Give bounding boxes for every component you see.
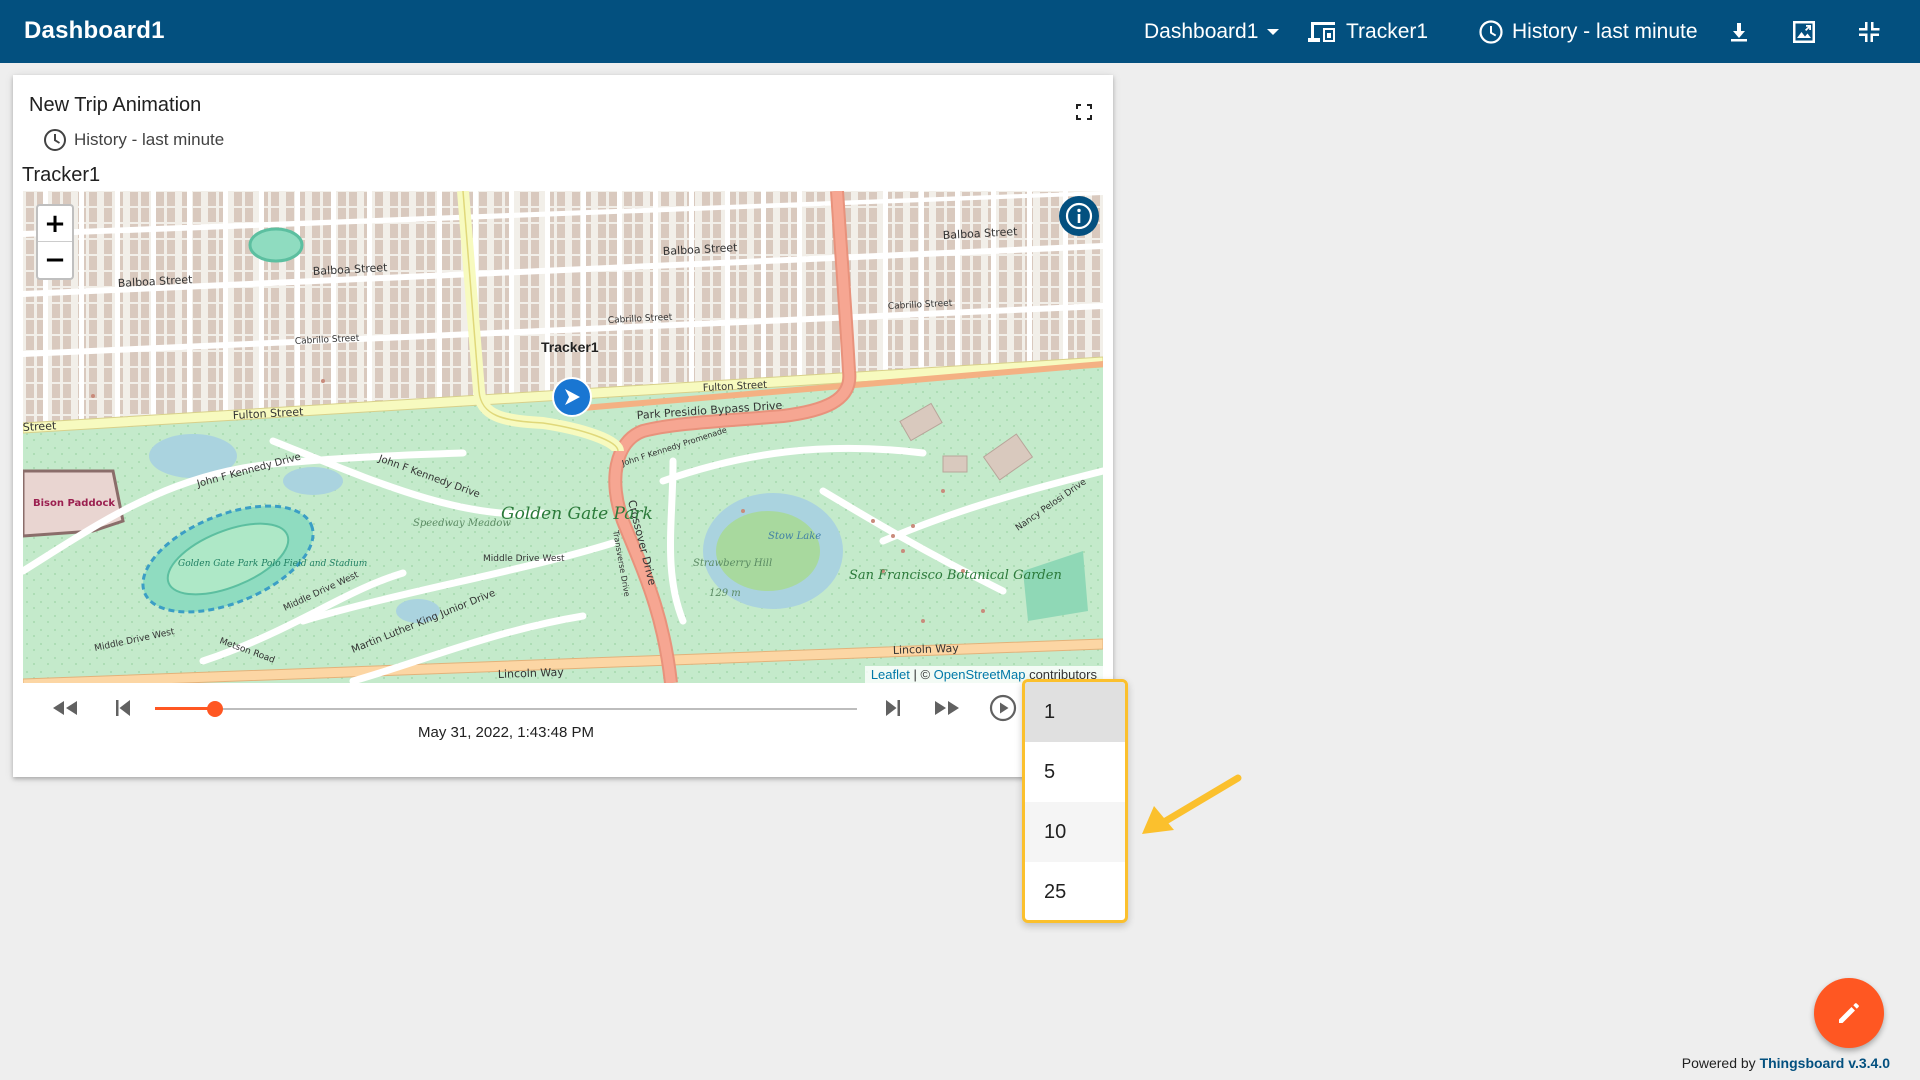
playback-slider[interactable] [155,699,857,719]
label-street-left: Street [23,419,57,434]
thingsboard-link[interactable]: Thingsboard v.3.4.0 [1760,1055,1890,1071]
play-circle-icon [989,694,1017,722]
pencil-icon [1839,1003,1859,1023]
edit-dashboard-button[interactable] [1814,978,1884,1048]
label-speedway: Speedway Meadow [413,518,511,529]
fullscreen-icon [1076,104,1092,120]
download-icon [1731,23,1747,42]
label-polo: Golden Gate Park Polo Field and Stadium [178,559,367,569]
powered-by: Powered by Thingsboard v.3.4.0 [1682,1055,1890,1071]
widget-title: New Trip Animation [29,94,202,116]
skip-previous-button[interactable] [105,690,141,726]
osm-link[interactable]: OpenStreetMap [934,667,1026,682]
top-toolbar: Dashboard1 Dashboard1 Tracker1 History -… [0,0,1920,63]
widget-fullscreen-button[interactable] [1073,101,1095,123]
dashboard-select-label: Dashboard1 [1144,20,1259,43]
dashboard-title: Dashboard1 [24,17,165,44]
play-button[interactable] [985,690,1021,726]
speed-option-5[interactable]: 5 [1025,742,1125,802]
powered-by-prefix: Powered by [1681,1055,1760,1071]
clock-icon [44,129,66,151]
entity-alias-label: Tracker1 [1346,20,1429,43]
fast-rewind-button[interactable] [47,690,83,726]
dropdown-arrow-icon [1267,29,1280,35]
label-botanical: San Francisco Botanical Garden [849,568,1062,583]
speed-dropdown: 1 5 10 25 [1022,679,1128,923]
speed-option-10[interactable]: 10 [1025,802,1125,862]
fast-rewind-icon [53,701,77,715]
clock-icon [1479,20,1503,44]
label-strawberry-elev: 129 m [709,588,741,599]
navigation-arrow-icon [565,389,580,405]
info-icon [1065,202,1093,230]
label-strawberry: Strawberry Hill [693,558,772,569]
exit-fullscreen-button[interactable] [1855,18,1883,46]
fast-forward-icon [935,701,959,715]
annotation-arrow-icon [1142,774,1242,834]
zoom-control: + − [36,204,74,280]
timewindow-button[interactable]: History - last minute [1478,18,1698,46]
image-export-icon [1793,21,1815,43]
label-middle-drive: Middle Drive West [483,554,565,564]
label-golden-gate-park: Golden Gate Park [501,504,653,524]
slider-track [155,708,857,710]
speed-option-1[interactable]: 1 [1025,682,1125,742]
zoom-in-button[interactable]: + [38,206,72,242]
marker-label: Tracker1 [541,339,599,355]
exit-fullscreen-icon [1859,22,1880,42]
skip-previous-icon [116,700,130,716]
label-lincoln-2: Lincoln Way [893,642,960,657]
entity-alias-select[interactable]: Tracker1 [1308,18,1428,46]
map-view[interactable]: Balboa Street Balboa Street Balboa Stree… [23,191,1103,683]
timewindow-label: History - last minute [1512,20,1698,43]
tracker-marker[interactable] [552,377,592,417]
label-stow-lake: Stow Lake [768,531,821,542]
slider-thumb[interactable] [206,701,223,717]
fast-forward-button[interactable] [929,690,965,726]
devices-icon [1308,22,1335,42]
skip-next-icon [886,700,900,716]
leaflet-link[interactable]: Leaflet [871,667,910,682]
label-lincoln-1: Lincoln Way [498,666,565,681]
export-image-button[interactable] [1790,18,1818,46]
dashboard-select[interactable]: Dashboard1 [1144,18,1280,46]
skip-next-button[interactable] [875,690,911,726]
slider-progress [155,707,215,710]
widget-timewindow[interactable]: History - last minute [43,128,224,152]
device-name: Tracker1 [22,164,101,186]
map-tiles: Balboa Street Balboa Street Balboa Stree… [23,191,1103,683]
download-button[interactable] [1725,18,1753,46]
attribution-separator: | © [909,667,934,682]
zoom-out-button[interactable]: − [38,242,72,278]
playback-timestamp: May 31, 2022, 1:43:48 PM [418,724,594,741]
label-bison-paddock: Bison Paddock [33,498,115,509]
widget-timewindow-label: History - last minute [74,130,225,149]
speed-option-25[interactable]: 25 [1025,862,1125,920]
trip-animation-widget: New Trip Animation History - last minute… [13,75,1113,777]
map-info-button[interactable] [1059,196,1099,236]
